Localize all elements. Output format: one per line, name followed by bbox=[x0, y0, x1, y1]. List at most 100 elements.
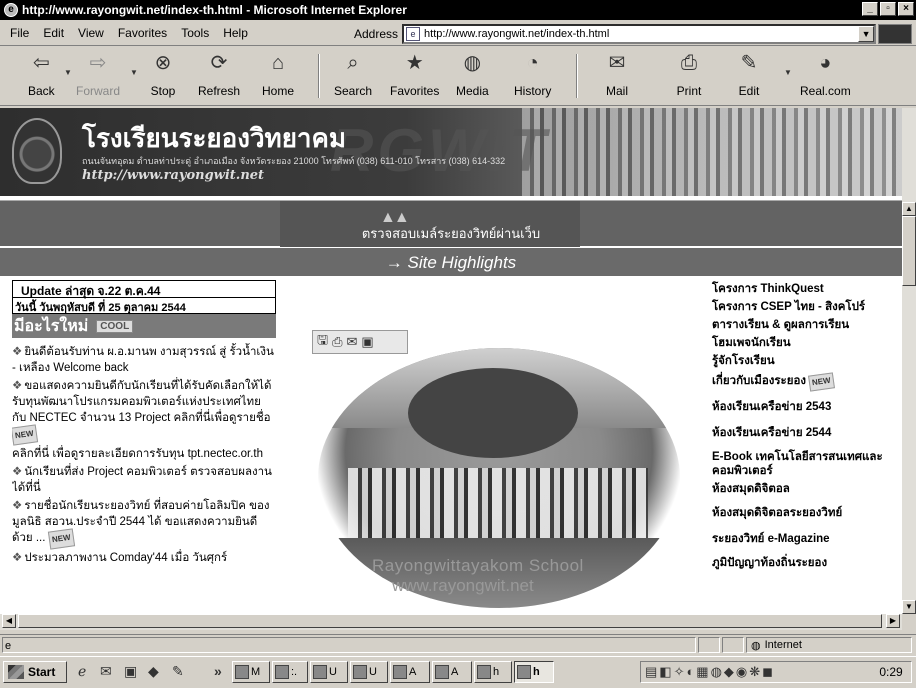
taskbar: Start ℯ ✉ ▣ ◆ ✎ » M :. U U A A h h ▤◧✧◐▦… bbox=[0, 656, 916, 688]
link-csep[interactable]: โครงการ CSEP ไทย - สิงคโปร์ bbox=[712, 300, 902, 314]
maximize-button[interactable]: ▫ bbox=[880, 2, 896, 16]
address-input[interactable]: e http://www.rayongwit.net/index-th.html… bbox=[402, 24, 877, 44]
news-item[interactable]: ❖ รายชื่อนักเรียนระยองวิทย์ ที่สอบค่ายโอล… bbox=[12, 498, 276, 550]
taskbar-button[interactable]: A bbox=[390, 661, 430, 683]
media-button[interactable]: ◍ Media bbox=[456, 50, 489, 98]
menu-tools[interactable]: Tools bbox=[181, 26, 209, 40]
taskbar-button[interactable]: :. bbox=[272, 661, 308, 683]
realcom-button[interactable]: ◕ Real.com bbox=[800, 50, 851, 98]
scroll-down-icon[interactable]: ▼ bbox=[902, 600, 916, 614]
stop-button[interactable]: ⊗ Stop bbox=[150, 50, 176, 98]
edit-dropdown-icon[interactable]: ▼ bbox=[784, 68, 792, 77]
start-button[interactable]: Start bbox=[3, 661, 67, 683]
scroll-right-icon[interactable]: ▶ bbox=[886, 614, 900, 628]
news-item[interactable]: ❖ นักเรียนที่ส่ง Project คอมพิวเตอร์ ตรวจ… bbox=[12, 464, 276, 496]
my-pictures-icon[interactable]: ▣ bbox=[361, 334, 373, 350]
tray-icons[interactable]: ▤◧✧◐▦◍◆◉❋◼ bbox=[641, 664, 871, 680]
whats-new-label: มีอะไรใหม่ bbox=[14, 317, 89, 335]
email-image-icon[interactable]: ✉ bbox=[346, 334, 357, 350]
address-dropdown-icon[interactable]: ▼ bbox=[858, 26, 875, 42]
link-about-school[interactable]: รู้จักโรงเรียน bbox=[712, 354, 902, 368]
link-thinkquest[interactable]: โครงการ ThinkQuest bbox=[712, 282, 902, 296]
taskbar-button[interactable]: h bbox=[474, 661, 512, 683]
news-item[interactable]: ❖ ประมวลภาพงาน Comday'44 เมื่อ วันศุกร์ bbox=[12, 550, 276, 566]
news-item[interactable]: ❖ ขอแสดงความยินดีกับนักเรียนที่ได้รับคัดเ… bbox=[12, 378, 276, 446]
taskbar-button[interactable]: M bbox=[232, 661, 270, 683]
security-zone[interactable]: ◍ Internet bbox=[746, 637, 912, 653]
diamond-bullet-icon: ❖ bbox=[12, 380, 23, 392]
address-value[interactable]: http://www.rayongwit.net/index-th.html bbox=[424, 28, 858, 40]
home-button[interactable]: ⌂ Home bbox=[262, 50, 294, 98]
taskbar-button[interactable]: U bbox=[310, 661, 348, 683]
back-button[interactable]: ⇦ Back bbox=[28, 50, 55, 98]
tool-quicklaunch-icon[interactable]: ✎ bbox=[172, 663, 184, 680]
close-button[interactable]: × bbox=[898, 2, 914, 16]
menu-edit[interactable]: Edit bbox=[43, 26, 64, 40]
menu-favorites[interactable]: Favorites bbox=[118, 26, 167, 40]
app-icon bbox=[353, 665, 367, 679]
photo-tree bbox=[408, 368, 578, 458]
toolbar-separator bbox=[576, 54, 578, 98]
link-rayongwit-digital-library[interactable]: ห้องสมุดดิจิตอลระยองวิทย์ bbox=[712, 506, 902, 520]
vertical-scrollbar[interactable]: ▲ ▼ bbox=[902, 108, 916, 614]
forward-dropdown-icon[interactable]: ▼ bbox=[130, 68, 138, 77]
horizontal-scroll-thumb[interactable] bbox=[18, 614, 882, 628]
link-network-class-2544[interactable]: ห้องเรียนเครือข่าย 2544 bbox=[712, 426, 902, 440]
scroll-left-icon[interactable]: ◀ bbox=[2, 614, 16, 628]
scroll-up-icon[interactable]: ▲ bbox=[902, 202, 916, 216]
news-text: คลิกที่นี่ เพื่อดูรายละเอียดการรับทุน tp… bbox=[12, 448, 264, 460]
taskbar-button[interactable]: U bbox=[350, 661, 388, 683]
vertical-scroll-thumb[interactable] bbox=[902, 216, 916, 286]
webmail-link[interactable]: ตรวจสอบเมล์ระยองวิทย์ผ่านเว็บ bbox=[0, 223, 902, 244]
photo-caption-url: www.rayongwit.net bbox=[392, 576, 534, 595]
history-icon: ◔ bbox=[526, 52, 539, 74]
diamond-bullet-icon: ❖ bbox=[12, 346, 23, 358]
edit-button[interactable]: ✎ Edit bbox=[736, 50, 762, 98]
favorites-button[interactable]: ★ Favorites bbox=[390, 50, 439, 98]
history-button[interactable]: ◔ History bbox=[514, 50, 551, 98]
edit-icon: ✎ bbox=[740, 52, 758, 74]
link-local-wisdom[interactable]: ภูมิปัญญาท้องถิ่นระยอง bbox=[712, 556, 902, 570]
menu-view[interactable]: View bbox=[78, 26, 104, 40]
horizontal-scrollbar[interactable]: ◀ ▶ bbox=[0, 614, 902, 630]
refresh-button[interactable]: ⟳ Refresh bbox=[198, 50, 240, 98]
link-emagazine[interactable]: ระยองวิทย์ e-Magazine bbox=[712, 532, 902, 546]
back-dropdown-icon[interactable]: ▼ bbox=[64, 68, 72, 77]
print-label: Print bbox=[676, 84, 702, 98]
news-item[interactable]: ❖ ยินดีต้อนรับท่าน ผ.อ.มานพ งามสุวรรณ์ สู… bbox=[12, 344, 276, 376]
clock[interactable]: 0:29 bbox=[871, 665, 911, 679]
menu-file[interactable]: File bbox=[10, 26, 29, 40]
messenger-quicklaunch-icon[interactable]: ◆ bbox=[148, 663, 159, 680]
outlook-quicklaunch-icon[interactable]: ✉ bbox=[100, 663, 112, 680]
taskbar-button[interactable]: A bbox=[432, 661, 472, 683]
forward-button[interactable]: ⇨ Forward bbox=[76, 50, 120, 98]
ie-quicklaunch-icon[interactable]: ℯ bbox=[78, 663, 86, 680]
status-bar: e ◍ Internet bbox=[0, 634, 916, 654]
menu-help[interactable]: Help bbox=[223, 26, 248, 40]
new-badge-icon: NEW bbox=[808, 372, 835, 392]
link-network-class-2543[interactable]: ห้องเรียนเครือข่าย 2543 bbox=[712, 400, 902, 414]
site-banner: RGWIT โรงเรียนระยองวิทยาคม ถนนจันทอุดม ต… bbox=[0, 108, 902, 196]
mail-button[interactable]: ✉ Mail bbox=[604, 50, 630, 98]
link-student-homepages[interactable]: โฮมเพจนักเรียน bbox=[712, 336, 902, 350]
news-item[interactable]: คลิกที่นี่ เพื่อดูรายละเอียดการรับทุน tp… bbox=[12, 446, 276, 462]
link-timetable[interactable]: ตารางเรียน & ดูผลการเรียน bbox=[712, 318, 902, 332]
link-about-rayong[interactable]: เกี่ยวกับเมืองระยอง NEW bbox=[712, 372, 902, 392]
new-badge-icon: NEW bbox=[12, 424, 38, 446]
search-button[interactable]: ⌕ Search bbox=[334, 50, 372, 98]
site-highlights-heading: → Site Highlights bbox=[385, 253, 517, 272]
print-image-icon[interactable]: ⎙ bbox=[332, 334, 342, 350]
link-ebook[interactable]: E-Book เทคโนโลยีสารสนเทศและคอมพิวเตอร์ bbox=[712, 450, 902, 478]
taskbar-label: U bbox=[369, 666, 377, 678]
minimize-button[interactable]: _ bbox=[862, 2, 878, 16]
print-button[interactable]: ⎙ Print bbox=[676, 50, 702, 98]
chevron-icon[interactable]: » bbox=[214, 663, 222, 679]
media-icon: ◍ bbox=[463, 52, 482, 74]
title-bar[interactable]: e http://www.rayongwit.net/index-th.html… bbox=[0, 0, 916, 20]
zone-label: Internet bbox=[764, 639, 802, 651]
link-digital-library[interactable]: ห้องสมุดดิจิตอล bbox=[712, 482, 902, 496]
desktop-quicklaunch-icon[interactable]: ▣ bbox=[124, 663, 137, 680]
new-badge-icon: NEW bbox=[47, 528, 75, 550]
save-image-icon[interactable]: 🖫 bbox=[317, 331, 328, 353]
taskbar-button-active[interactable]: h bbox=[514, 661, 554, 683]
